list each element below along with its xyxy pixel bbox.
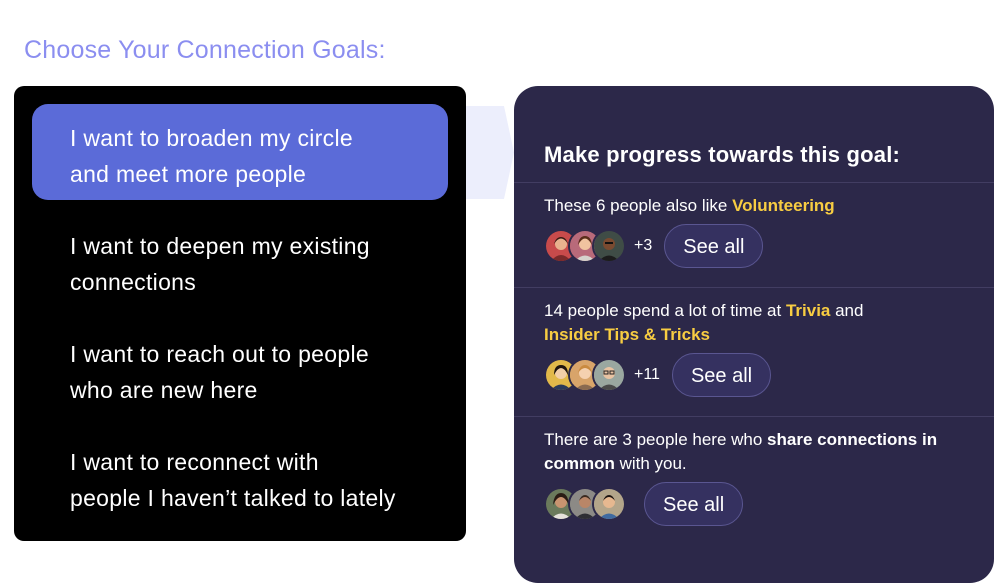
people-row: +3 See all	[544, 224, 764, 268]
goal-option-broaden-circle[interactable]: I want to broaden my circle and meet mor…	[32, 104, 448, 200]
goals-panel: I want to broaden my circle and meet mor…	[14, 86, 466, 541]
goal-option-line: I want to reach out to people	[70, 341, 369, 367]
interest-highlight: Volunteering	[732, 196, 835, 215]
divider	[514, 416, 994, 417]
avatar	[592, 229, 626, 263]
goal-option-line: connections	[70, 269, 197, 295]
progress-heading: Make progress towards this goal:	[544, 142, 901, 167]
avatar	[592, 358, 626, 392]
suggestion-text-part: with you.	[614, 454, 687, 473]
goal-option-line: I want to reconnect with	[70, 449, 319, 475]
goal-option-reconnect[interactable]: I want to reconnect with people I haven’…	[32, 428, 448, 524]
suggestion-text: 14 people spend a lot of time at Trivia …	[544, 299, 974, 347]
goal-option-line: people I haven’t talked to lately	[70, 485, 396, 511]
interest-highlight: Trivia	[785, 301, 831, 320]
suggestion-text: These 6 people also like Volunteering	[544, 194, 974, 218]
avatar-stack[interactable]	[544, 487, 626, 521]
suggestion-text: There are 3 people here who share connec…	[544, 428, 974, 476]
see-all-button[interactable]: See all	[664, 224, 764, 268]
suggestion-text-part: There are 3 people here who	[544, 430, 768, 449]
goal-option-line: who are new here	[70, 377, 258, 403]
suggestion-shared-connections: There are 3 people here who share connec…	[544, 428, 974, 526]
see-all-button[interactable]: See all	[671, 353, 772, 397]
see-all-button[interactable]: See all	[644, 482, 744, 526]
people-row: See all	[544, 482, 744, 526]
goal-option-deepen-connections[interactable]: I want to deepen my existing connections	[32, 212, 448, 308]
suggestion-volunteering: These 6 people also like Volunteering +3…	[544, 194, 974, 268]
divider	[514, 182, 994, 183]
people-row: +11 See all	[544, 353, 772, 397]
avatar	[592, 487, 626, 521]
progress-panel: Make progress towards this goal: These 6…	[514, 86, 994, 583]
divider	[514, 287, 994, 288]
more-people-count: +3	[634, 237, 653, 254]
goal-option-line: I want to deepen my existing	[70, 233, 370, 259]
selection-connector-arrow	[466, 106, 514, 199]
goal-option-line: and meet more people	[70, 161, 307, 187]
avatar-stack[interactable]	[544, 229, 626, 263]
suggestion-text-part: These 6 people also like	[544, 196, 733, 215]
goal-option-reach-out-new[interactable]: I want to reach out to people who are ne…	[32, 320, 448, 416]
page-title: Choose Your Connection Goals:	[24, 36, 386, 64]
suggestion-trivia: 14 people spend a lot of time at Trivia …	[544, 299, 974, 397]
suggestion-text-part: 14 people spend a lot of time at	[544, 301, 786, 320]
interest-highlight: Insider Tips & Tricks	[544, 325, 710, 344]
more-people-count: +11	[634, 366, 660, 383]
goal-option-line: I want to broaden my circle	[70, 125, 353, 151]
suggestion-text-part: and	[830, 301, 864, 320]
avatar-stack[interactable]	[544, 358, 626, 392]
